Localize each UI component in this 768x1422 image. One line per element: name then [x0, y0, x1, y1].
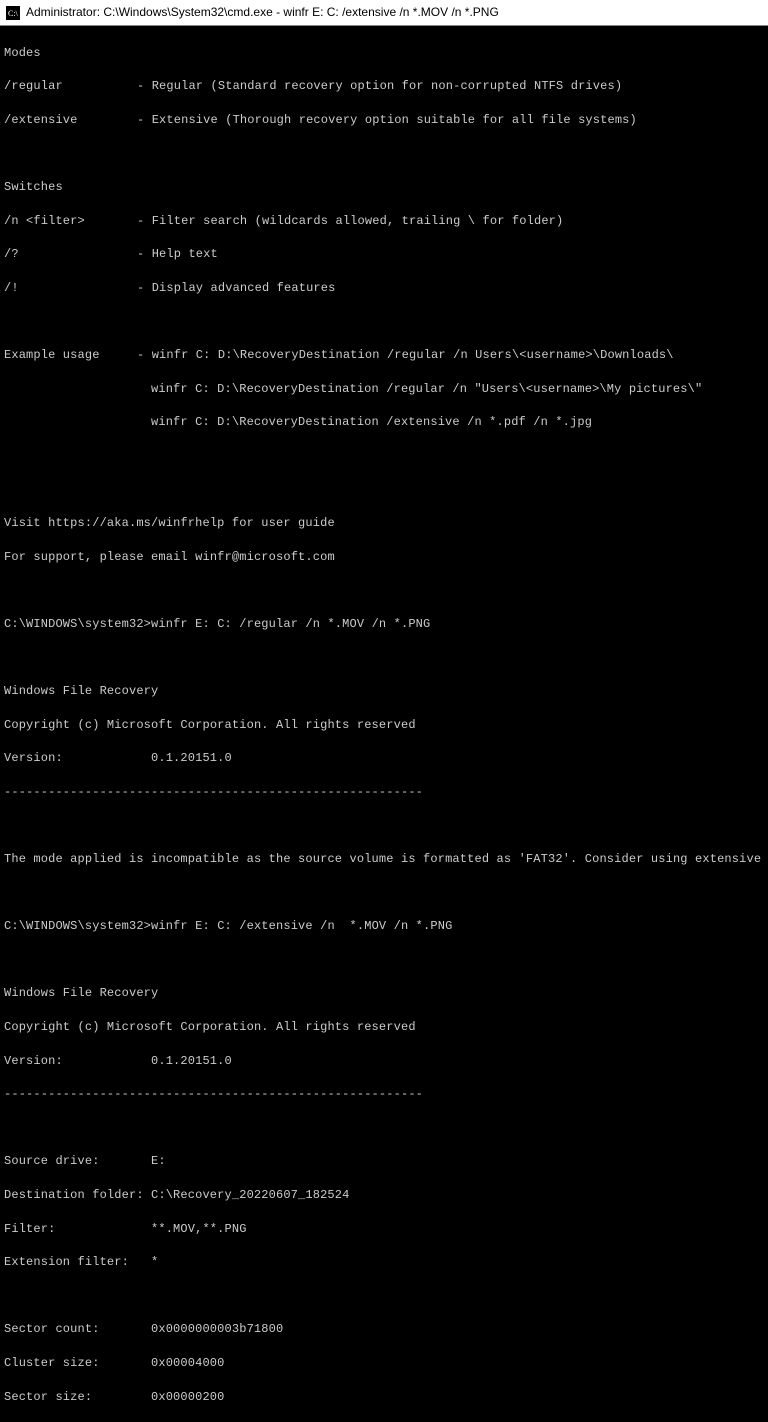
blank [4, 649, 764, 666]
filter: Filter:**.MOV,**.PNG [4, 1221, 764, 1238]
blank [4, 952, 764, 969]
modes-header: Modes [4, 45, 764, 62]
cluster-size: Cluster size:0x00004000 [4, 1355, 764, 1372]
sector-count: Sector count:0x0000000003b71800 [4, 1321, 764, 1338]
blank [4, 146, 764, 163]
flag: /extensive [4, 112, 137, 129]
version-value: 0.1.20151.0 [151, 1054, 232, 1068]
value: E: [151, 1154, 166, 1168]
dash: - [137, 281, 152, 295]
version: Version:0.1.20151.0 [4, 750, 764, 767]
label: Filter: [4, 1221, 151, 1238]
terminal-output: Modes /regular- Regular (Standard recove… [0, 26, 768, 1422]
flag: /! [4, 280, 137, 297]
source-drive: Source drive:E: [4, 1153, 764, 1170]
prompt-2[interactable]: C:\WINDOWS\system32>winfr E: C: /extensi… [4, 918, 764, 935]
example-cmd: winfr C: D:\RecoveryDestination /extensi… [151, 415, 592, 429]
switches-header: Switches [4, 179, 764, 196]
desc: Extensive (Thorough recovery option suit… [152, 113, 637, 127]
wfr-title: Windows File Recovery [4, 985, 764, 1002]
example-3: winfr C: D:\RecoveryDestination /extensi… [4, 414, 764, 431]
example-2: winfr C: D:\RecoveryDestination /regular… [4, 381, 764, 398]
desc: Regular (Standard recovery option for no… [152, 79, 622, 93]
destination-folder: Destination folder:C:\Recovery_20220607_… [4, 1187, 764, 1204]
prompt-path: C:\WINDOWS\system32> [4, 919, 151, 933]
blank [4, 582, 764, 599]
blank [4, 448, 764, 465]
separator: ----------------------------------------… [4, 1086, 764, 1103]
switch-help: /?- Help text [4, 246, 764, 263]
blank [4, 482, 764, 499]
copyright: Copyright (c) Microsoft Corporation. All… [4, 717, 764, 734]
blank [4, 1288, 764, 1305]
prompt-path: C:\WINDOWS\system32> [4, 617, 151, 631]
example-header: Example usage [4, 347, 137, 364]
prompt-cmd: winfr E: C: /regular /n *.MOV /n *.PNG [151, 617, 430, 631]
prompt-1[interactable]: C:\WINDOWS\system32>winfr E: C: /regular… [4, 616, 764, 633]
dash: - [137, 247, 152, 261]
value: C:\Recovery_20220607_182524 [151, 1188, 349, 1202]
desc: Help text [152, 247, 218, 261]
copyright: Copyright (c) Microsoft Corporation. All… [4, 1019, 764, 1036]
mode-regular: /regular- Regular (Standard recovery opt… [4, 78, 764, 95]
blank [4, 314, 764, 331]
sector-size: Sector size:0x00000200 [4, 1389, 764, 1406]
dash: - [137, 214, 152, 228]
version-label: Version: [4, 750, 151, 767]
pad [4, 381, 151, 398]
value: 0x0000000003b71800 [151, 1322, 283, 1336]
flag: /? [4, 246, 137, 263]
window-titlebar[interactable]: C:\ Administrator: C:\Windows\System32\c… [0, 0, 768, 26]
example-cmd: winfr C: D:\RecoveryDestination /regular… [151, 382, 702, 396]
switch-advanced: /!- Display advanced features [4, 280, 764, 297]
value: 0x00000200 [151, 1390, 225, 1404]
example-cmd: winfr C: D:\RecoveryDestination /regular… [152, 348, 674, 362]
dash: - [137, 348, 152, 362]
label: Cluster size: [4, 1355, 151, 1372]
prompt-cmd: winfr E: C: /extensive /n *.MOV /n *.PNG [151, 919, 452, 933]
label: Source drive: [4, 1153, 151, 1170]
value: 0x00004000 [151, 1356, 225, 1370]
flag: /regular [4, 78, 137, 95]
label: Extension filter: [4, 1254, 151, 1271]
dash: - [137, 79, 152, 93]
value: * [151, 1255, 158, 1269]
version-value: 0.1.20151.0 [151, 751, 232, 765]
example-1: Example usage- winfr C: D:\RecoveryDesti… [4, 347, 764, 364]
blank [4, 817, 764, 834]
window-title: Administrator: C:\Windows\System32\cmd.e… [26, 4, 499, 21]
desc: Display advanced features [152, 281, 336, 295]
version: Version:0.1.20151.0 [4, 1053, 764, 1070]
desc: Filter search (wildcards allowed, traili… [152, 214, 564, 228]
blank [4, 1120, 764, 1137]
cmd-icon: C:\ [6, 6, 20, 20]
value: **.MOV,**.PNG [151, 1222, 247, 1236]
wfr-title: Windows File Recovery [4, 683, 764, 700]
svg-text:C:\: C:\ [8, 9, 19, 18]
switch-filter: /n <filter>- Filter search (wildcards al… [4, 213, 764, 230]
blank [4, 885, 764, 902]
label: Destination folder: [4, 1187, 151, 1204]
separator: ----------------------------------------… [4, 784, 764, 801]
label: Sector size: [4, 1389, 151, 1406]
incompatible-msg: The mode applied is incompatible as the … [4, 851, 764, 868]
label: Sector count: [4, 1321, 151, 1338]
pad [4, 414, 151, 431]
extension-filter: Extension filter:* [4, 1254, 764, 1271]
mode-extensive: /extensive- Extensive (Thorough recovery… [4, 112, 764, 129]
visit-url: Visit https://aka.ms/winfrhelp for user … [4, 515, 764, 532]
support-email: For support, please email winfr@microsof… [4, 549, 764, 566]
dash: - [137, 113, 152, 127]
version-label: Version: [4, 1053, 151, 1070]
flag: /n <filter> [4, 213, 137, 230]
